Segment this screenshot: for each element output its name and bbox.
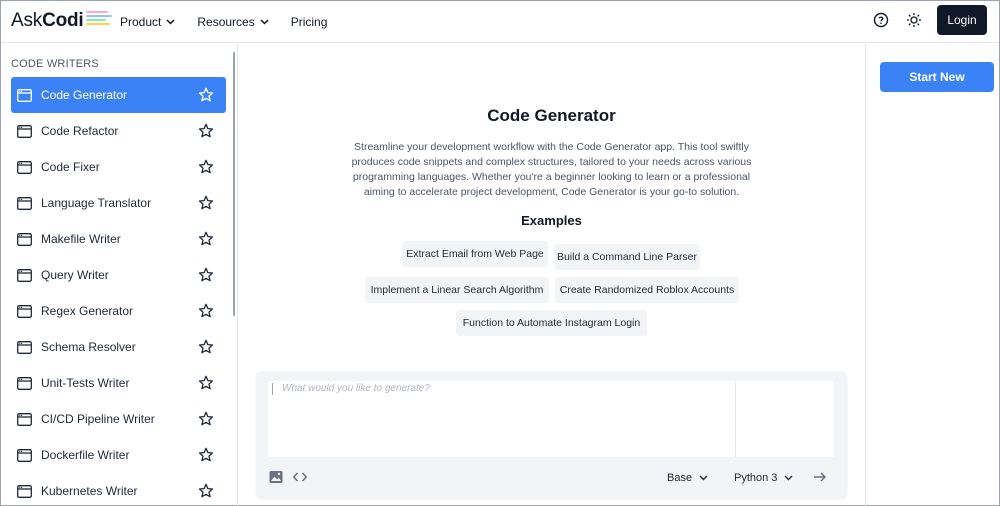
model-select-value: Base xyxy=(667,472,693,484)
sidebar-item[interactable]: Language Translator xyxy=(11,185,226,221)
app-window-icon xyxy=(17,339,33,355)
chevron-down-icon xyxy=(166,19,175,25)
logo-text-ask: Ask xyxy=(11,10,43,31)
header-actions: Login xyxy=(871,5,987,35)
nav-resources-label: Resources xyxy=(197,15,255,29)
nav-product[interactable]: Product xyxy=(120,15,175,29)
main-nav: Product Resources Pricing xyxy=(120,1,349,43)
app-description: Streamline your development workflow wit… xyxy=(351,141,752,198)
right-panel: Start New xyxy=(865,44,1000,506)
sidebar-item[interactable]: Regex Generator xyxy=(11,293,226,329)
page-title: Code Generator xyxy=(487,106,616,125)
star-icon[interactable] xyxy=(198,123,214,139)
askcodi-logo[interactable]: Ask Codi xyxy=(11,9,112,33)
composer-toolbar: Base Python 3 xyxy=(268,467,838,489)
send-arrow-icon[interactable] xyxy=(812,469,830,487)
logo-text-codi: Codi xyxy=(42,10,84,31)
star-icon[interactable] xyxy=(198,303,214,319)
nav-resources[interactable]: Resources xyxy=(197,15,269,29)
star-icon[interactable] xyxy=(198,483,214,499)
prompt-composer: Base Python 3 xyxy=(256,371,847,498)
language-select[interactable]: Python 3 xyxy=(734,469,793,487)
example-chip[interactable]: Function to Automate Instagram Login xyxy=(456,310,647,336)
sidebar-item-label: Code Refactor xyxy=(41,124,119,138)
sidebar-heading: CODE WRITERS xyxy=(11,58,99,70)
model-select[interactable]: Base xyxy=(667,469,708,487)
sidebar-item-label: Unit-Tests Writer xyxy=(41,376,130,390)
app-window-icon xyxy=(17,231,33,247)
sidebar-item[interactable]: Dockerfile Writer xyxy=(11,437,226,473)
sidebar-item[interactable]: Schema Resolver xyxy=(11,329,226,365)
sidebar-item-label: Code Generator xyxy=(41,88,128,102)
chevron-down-icon xyxy=(784,475,793,481)
sidebar-item-label: Language Translator xyxy=(41,196,152,210)
logo-tagline-graphic xyxy=(85,11,112,27)
start-new-button[interactable]: Start New xyxy=(880,62,994,92)
app-window-icon xyxy=(17,159,33,175)
main-content: Code Generator Streamline your developme… xyxy=(239,44,864,506)
sidebar-item[interactable]: Makefile Writer xyxy=(11,221,226,257)
star-icon[interactable] xyxy=(198,375,214,391)
sidebar-list: Code Generator Code Refactor Code Fixer Lan… xyxy=(11,77,226,506)
star-icon[interactable] xyxy=(198,159,214,175)
app-window-icon xyxy=(17,411,33,427)
app-window-icon xyxy=(17,87,33,103)
examples-heading: Examples xyxy=(521,213,582,228)
star-icon[interactable] xyxy=(198,231,214,247)
composer-side-panel xyxy=(735,381,834,457)
sidebar-item-label: Code Fixer xyxy=(41,160,100,174)
login-button[interactable]: Login xyxy=(937,5,987,35)
star-icon[interactable] xyxy=(198,267,214,283)
sidebar-item-label: Kubernetes Writer xyxy=(41,484,138,498)
code-brackets-icon[interactable] xyxy=(292,469,310,487)
sidebar-item-label: Makefile Writer xyxy=(41,232,121,246)
app-window-icon xyxy=(17,303,33,319)
sidebar-item-label: CI/CD Pipeline Writer xyxy=(41,412,155,426)
app-window-icon xyxy=(17,123,33,139)
sidebar-item-label: Regex Generator xyxy=(41,304,134,318)
sidebar-item[interactable]: Code Refactor xyxy=(11,113,226,149)
chevron-down-icon xyxy=(260,19,269,25)
example-chip[interactable]: Create Randomized Roblox Accounts xyxy=(555,277,739,303)
sidebar-item[interactable]: Kubernetes Writer xyxy=(11,473,226,506)
sidebar-item[interactable]: CI/CD Pipeline Writer xyxy=(11,401,226,437)
sun-icon[interactable] xyxy=(904,10,924,30)
image-icon[interactable] xyxy=(268,469,286,487)
nav-pricing-label: Pricing xyxy=(290,15,328,29)
app-window-icon xyxy=(17,483,33,499)
nav-pricing[interactable]: Pricing xyxy=(291,15,328,29)
star-icon[interactable] xyxy=(198,339,214,355)
language-select-value: Python 3 xyxy=(734,472,778,484)
app-window-icon xyxy=(17,267,33,283)
sidebar-item-label: Dockerfile Writer xyxy=(41,448,130,462)
star-icon[interactable] xyxy=(198,87,214,103)
sidebar-item[interactable]: Unit-Tests Writer xyxy=(11,365,226,401)
star-icon[interactable] xyxy=(198,195,214,211)
top-header: Ask Codi Product Resources Pricing Login xyxy=(1,1,999,43)
sidebar-item[interactable]: Code Fixer xyxy=(11,149,226,185)
sidebar: CODE WRITERS Code Generator Code Refactor… xyxy=(1,44,238,506)
example-chip[interactable]: Implement a Linear Search Algorithm xyxy=(365,277,549,303)
help-circle-icon[interactable] xyxy=(871,10,891,30)
chevron-down-icon xyxy=(699,475,708,481)
example-chip[interactable]: Build a Command Line Parser xyxy=(554,244,700,270)
app-window-icon xyxy=(17,447,33,463)
app-window-icon xyxy=(17,195,33,211)
text-caret xyxy=(272,383,273,395)
sidebar-item-label: Query Writer xyxy=(41,268,109,282)
prompt-input[interactable] xyxy=(268,381,735,457)
star-icon[interactable] xyxy=(198,411,214,427)
sidebar-item[interactable]: Code Generator xyxy=(11,77,226,113)
example-chip[interactable]: Extract Email from Web Page xyxy=(402,241,548,267)
star-icon[interactable] xyxy=(198,447,214,463)
sidebar-item[interactable]: Query Writer xyxy=(11,257,226,293)
sidebar-scrollbar[interactable] xyxy=(233,52,235,316)
nav-product-label: Product xyxy=(120,15,162,29)
app-window-icon xyxy=(17,375,33,391)
sidebar-item-label: Schema Resolver xyxy=(41,340,136,354)
